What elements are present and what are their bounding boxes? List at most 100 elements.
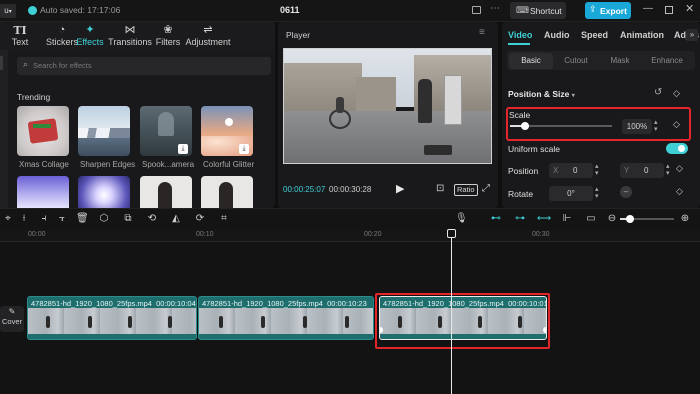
zoom-in-icon[interactable]: ⊕: [679, 213, 691, 225]
chevron-down-icon: ▾: [571, 93, 575, 99]
rotate-dial-icon[interactable]: –: [620, 186, 632, 198]
download-icon[interactable]: ⤓: [239, 144, 249, 154]
scale-value-field[interactable]: 100%: [622, 119, 652, 134]
tabs-scroll-icon[interactable]: »: [686, 29, 698, 41]
caption-icon[interactable]: ▭: [585, 213, 597, 225]
tab-video[interactable]: Video: [508, 30, 532, 40]
split-right-icon[interactable]: ⫟: [56, 213, 68, 225]
export-button[interactable]: ⇪ Export: [585, 2, 631, 19]
maximize-icon[interactable]: [665, 6, 673, 14]
effect-thumb-row2-2[interactable]: [78, 176, 130, 208]
cover-button[interactable]: ✎ Cover: [0, 306, 24, 332]
magnet-icon[interactable]: ⊶: [512, 213, 528, 225]
effect-thumb-row2-1[interactable]: [17, 176, 69, 208]
zoom-slider-track[interactable]: [620, 215, 674, 223]
zoom-slider-handle[interactable]: [626, 215, 634, 223]
effect-label-sharpen-edges: Sharpen Edges: [80, 160, 136, 169]
video-preview[interactable]: [283, 48, 492, 164]
reset-icon[interactable]: ↺: [654, 87, 662, 98]
musician-graphic: [418, 79, 432, 123]
tab-text[interactable]: TI Text: [2, 24, 38, 50]
position-keyframe-icon[interactable]: ◇: [676, 163, 683, 174]
scale-stepper[interactable]: ▴ ▾: [654, 119, 658, 133]
shortcut-button[interactable]: ⌨ Shortcut: [510, 2, 566, 19]
main-menu-button[interactable]: u▾: [0, 4, 16, 18]
scale-slider-track[interactable]: [510, 122, 612, 130]
fit-icon[interactable]: ⊡: [436, 183, 444, 194]
video-clip-2[interactable]: 4782851-hd_1920_1080_25fps.mp4 00:00:10:…: [198, 296, 374, 340]
minimize-icon[interactable]: —: [643, 3, 653, 14]
subtab-mask[interactable]: Mask: [598, 53, 642, 69]
playhead-handle[interactable]: [447, 229, 456, 238]
video-clip-1[interactable]: 4782851-hd_1920_1080_25fps.mp4 00:00:10:…: [27, 296, 197, 340]
link-main-track-icon[interactable]: ⊷: [488, 213, 504, 225]
player-title: Player: [286, 30, 311, 40]
scale-label: Scale: [509, 110, 531, 120]
crop-icon[interactable]: ⌗: [218, 213, 230, 225]
y-label: Y: [624, 166, 630, 175]
tab-animation[interactable]: Animation: [620, 30, 664, 40]
split-left-icon[interactable]: ⫞: [38, 213, 50, 225]
position-x-field[interactable]: X0: [549, 163, 593, 178]
playhead-line[interactable]: [451, 232, 452, 394]
preview-axis-icon[interactable]: ⊩: [560, 213, 574, 225]
close-icon[interactable]: ✕: [685, 2, 694, 15]
effect-thumb-colorful-glitter[interactable]: ⤓: [201, 106, 253, 156]
project-title[interactable]: 0611: [280, 5, 300, 15]
uniform-scale-toggle[interactable]: [666, 143, 688, 154]
position-y-field[interactable]: Y0: [620, 163, 664, 178]
clip-2-name: 4782851-hd_1920_1080_25fps.mp4: [202, 299, 323, 308]
scale-keyframe-icon[interactable]: ◇: [673, 119, 680, 130]
effect-thumb-row2-4[interactable]: [201, 176, 253, 208]
text-icon: TI: [13, 24, 27, 37]
mountain-graphic: [78, 128, 130, 138]
subtab-basic[interactable]: Basic: [509, 53, 553, 69]
reverse-icon[interactable]: ⟲: [146, 213, 158, 225]
cover-label: Cover: [1, 317, 22, 326]
fullscreen-icon[interactable]: ⤢: [482, 183, 490, 194]
scale-highlight: [506, 107, 691, 141]
freeze-icon[interactable]: ⧉: [122, 213, 134, 225]
rotate-icon[interactable]: ⟳: [194, 213, 206, 225]
mask-icon[interactable]: ⬡: [98, 213, 110, 225]
search-icon: ⌕: [23, 59, 29, 69]
mirror-icon[interactable]: ◭: [170, 213, 182, 225]
search-input[interactable]: ⌕ Search for effects: [17, 57, 271, 75]
player-panel: Player ≡ 00:00:25:07 00:00:30:28 ▶ ⊡ Rat…: [278, 22, 498, 208]
layout-icon[interactable]: [472, 6, 481, 14]
section-header[interactable]: Position & Size ▾: [508, 89, 575, 99]
play-button[interactable]: ▶: [396, 182, 404, 195]
side-strip-handle[interactable]: [0, 56, 3, 70]
effect-thumb-row2-3[interactable]: [140, 176, 192, 208]
ratio-button[interactable]: Ratio: [454, 184, 478, 196]
clip-highlight: [375, 293, 550, 349]
position-y-stepper[interactable]: ▴ ▾: [666, 163, 670, 177]
rotate-stepper[interactable]: ▴ ▾: [595, 186, 599, 200]
download-icon[interactable]: ⤓: [178, 144, 188, 154]
split-icon[interactable]: ⟊: [18, 213, 30, 225]
effect-thumb-sharpen-edges[interactable]: [78, 106, 130, 156]
rotate-field[interactable]: 0°: [549, 186, 593, 201]
effect-thumb-spooky-camera[interactable]: ⤓: [140, 106, 192, 156]
delete-icon[interactable]: 🗑: [76, 213, 89, 225]
cyclist-graphic: [336, 97, 344, 113]
subtab-enhance[interactable]: Enhance: [642, 53, 692, 69]
time-ruler[interactable]: [0, 230, 700, 242]
tab-speed[interactable]: Speed: [581, 30, 608, 40]
tab-audio[interactable]: Audio: [544, 30, 570, 40]
position-x-stepper[interactable]: ▴ ▾: [595, 163, 599, 177]
more-icon[interactable]: ⋯: [490, 3, 500, 14]
link-icon[interactable]: ⟷: [536, 213, 552, 225]
keyframe-icon[interactable]: ◇: [673, 88, 680, 99]
zoom-out-icon[interactable]: ⊖: [606, 213, 618, 225]
effect-thumb-xmas-collage[interactable]: [17, 106, 69, 156]
rotate-keyframe-icon[interactable]: ◇: [676, 186, 683, 197]
tab-adjustment[interactable]: ⇌ Adjustment: [178, 24, 238, 50]
player-menu-icon[interactable]: ≡: [479, 27, 485, 38]
x-label: X: [553, 166, 559, 175]
select-tool-icon[interactable]: ⌖: [2, 213, 14, 225]
shortcut-label: Shortcut: [530, 6, 562, 16]
frame-figure: [219, 316, 223, 328]
microphone-icon[interactable]: 🎙: [455, 213, 468, 225]
subtab-cutout[interactable]: Cutout: [554, 53, 598, 69]
